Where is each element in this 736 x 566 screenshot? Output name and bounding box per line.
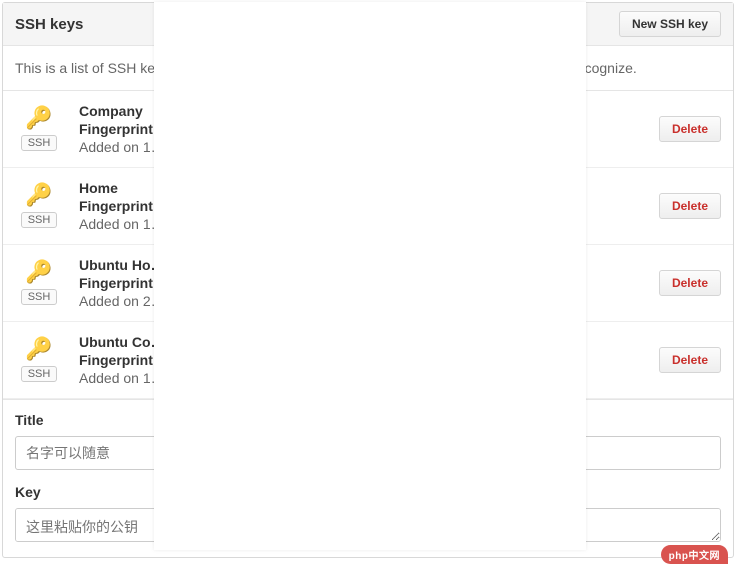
- key-icon: 🔑: [25, 184, 52, 206]
- site-logo-badge: php中文网: [661, 545, 728, 564]
- delete-key-button[interactable]: Delete: [659, 270, 721, 296]
- delete-key-button[interactable]: Delete: [659, 116, 721, 142]
- key-icon-column: 🔑 SSH: [15, 261, 63, 305]
- ssh-badge: SSH: [21, 135, 58, 151]
- panel-title: SSH keys: [15, 16, 83, 33]
- white-overlay: [154, 2, 586, 550]
- key-icon-column: 🔑 SSH: [15, 107, 63, 151]
- ssh-badge: SSH: [21, 289, 58, 305]
- ssh-badge: SSH: [21, 366, 58, 382]
- ssh-badge: SSH: [21, 212, 58, 228]
- key-icon: 🔑: [25, 107, 52, 129]
- key-icon-column: 🔑 SSH: [15, 184, 63, 228]
- key-icon-column: 🔑 SSH: [15, 338, 63, 382]
- key-icon: 🔑: [25, 261, 52, 283]
- new-ssh-key-button[interactable]: New SSH key: [619, 11, 721, 37]
- delete-key-button[interactable]: Delete: [659, 193, 721, 219]
- delete-key-button[interactable]: Delete: [659, 347, 721, 373]
- key-icon: 🔑: [25, 338, 52, 360]
